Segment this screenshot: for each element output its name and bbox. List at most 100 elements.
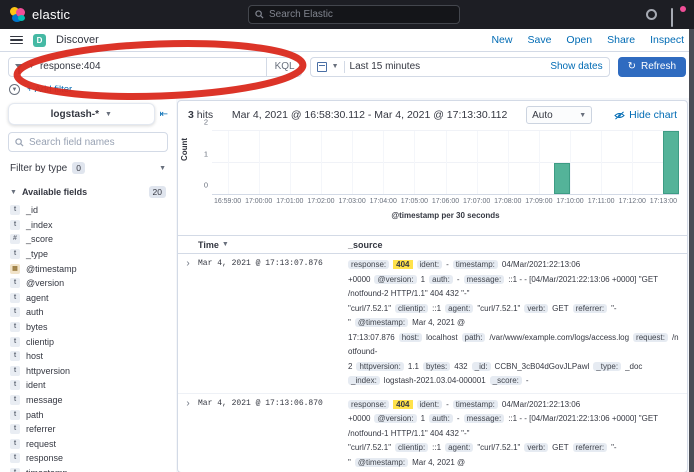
field-item-timestamp[interactable]: ▦ @timestamp [8,261,168,276]
hide-chart-button[interactable]: Hide chart [614,109,677,121]
field-item-bytes[interactable]: tbytes [8,320,168,335]
available-fields-header[interactable]: ▼ Available fields 20 [8,186,168,198]
field-name: httpversion [26,366,70,376]
field-name: clientip [26,337,54,347]
source-field-key: timestamp: [453,260,498,269]
gridline-vertical [632,131,633,194]
source-field-key: referrer: [573,304,607,313]
field-item-path[interactable]: tpath [8,407,168,422]
x-tick-label: 16:59:00 [214,198,241,205]
nav-action-share[interactable]: Share [607,34,635,46]
y-axis-label: Count [180,138,189,161]
field-item-request[interactable]: trequest [8,437,168,452]
elastic-logo[interactable]: elastic [10,7,70,22]
x-tick-label: 17:05:00 [401,198,428,205]
nav-actions: New Save Open Share Inspect [491,34,684,46]
field-name: _index [26,220,53,230]
field-name: host [26,351,43,361]
table-header: Time ▼ _source [178,236,687,254]
field-item-index[interactable]: t_index [8,218,168,233]
field-item-auth[interactable]: tauth [8,305,168,320]
global-search-placeholder: Search Elastic [269,9,333,20]
interval-select[interactable]: Auto ▼ [526,106,592,124]
field-name: referrer [26,424,56,434]
time-column-header[interactable]: Time ▼ [198,240,348,250]
expand-row-icon[interactable]: › [178,398,198,472]
field-item-message[interactable]: tmessage [8,393,168,408]
highlighted-value: 404 [393,260,412,269]
refresh-button[interactable]: ↻ Refresh [618,57,686,77]
content-area: logstash-* ▼ ⇤ Search field names Filter… [0,98,694,472]
field-name: message [26,395,63,405]
source-field-key: agent: [445,304,473,313]
field-item-version[interactable]: t@version [8,276,168,291]
field-item-timestamp[interactable]: ttimestamp [8,466,168,472]
field-item-ident[interactable]: tident [8,378,168,393]
source-field-key: @version: [374,414,416,423]
field-item-response[interactable]: tresponse [8,451,168,466]
breadcrumb[interactable]: Discover [56,34,99,46]
field-item-score[interactable]: #_score [8,232,168,247]
chevron-down-icon: ▼ [10,189,17,196]
nav-action-open[interactable]: Open [566,34,592,46]
filter-by-type-label: Filter by type [10,163,67,174]
show-dates-button[interactable]: Show dates [550,61,602,72]
menu-icon[interactable] [10,36,23,45]
field-name: @timestamp [26,264,77,274]
source-field-key: auth: [429,275,453,284]
field-item-host[interactable]: thost [8,349,168,364]
x-axis-title: @timestamp per 30 seconds [212,211,679,220]
gridline-vertical [601,131,602,194]
field-list: t_idt_index#_scoret_type▦@timestampt@ver… [8,203,168,472]
filter-options-icon[interactable]: ▼ [9,84,20,95]
time-range-display: Mar 4, 2021 @ 16:58:30.112 - Mar 4, 2021… [221,109,518,121]
discover-app-badge: D [33,34,46,47]
histogram-bar[interactable] [663,131,679,194]
query-input[interactable]: ▼ response:404 KQL [8,57,302,77]
collapse-sidebar-icon[interactable]: ⇤ [160,109,168,120]
x-tick-label: 17:10:00 [556,198,583,205]
available-fields-count: 20 [149,186,166,198]
nav-bar: D Discover New Save Open Share Inspect [0,29,694,52]
field-item-type[interactable]: t_type [8,247,168,262]
gridline-vertical [539,131,540,194]
hide-chart-label: Hide chart [629,109,677,121]
field-item-clientip[interactable]: tclientip [8,334,168,349]
chevron-down-icon: ▼ [332,63,339,70]
y-tick-label: 2 [204,118,208,127]
source-field-value: "curl/7.52.1" [477,304,520,313]
newsfeed-icon[interactable] [671,9,684,21]
histogram-bar[interactable] [554,163,570,195]
gridline-vertical [383,131,384,194]
field-search-input[interactable]: Search field names [8,132,168,152]
query-language-button[interactable]: KQL [266,58,295,76]
search-icon [15,138,24,147]
field-item-agent[interactable]: tagent [8,291,168,306]
nav-action-inspect[interactable]: Inspect [650,34,684,46]
main-panel: 3 hits Mar 4, 2021 @ 16:58:30.112 - Mar … [177,100,688,472]
filter-by-type[interactable]: Filter by type 0 ▼ [8,158,168,178]
field-item-referrer[interactable]: treferrer [8,422,168,437]
window-scrollbar[interactable] [689,29,694,472]
field-name: _id [26,205,38,215]
source-field-key: bytes: [423,362,450,371]
source-field-key: _id: [472,362,491,371]
text-field-icon: t [10,278,20,288]
field-item-id[interactable]: t _id [8,203,168,218]
query-text: response:404 [40,61,261,72]
add-filter-button[interactable]: + Add filter [27,84,72,95]
date-field-icon: ▦ [10,264,20,274]
source-field-key: clientip: [395,304,428,313]
nav-action-new[interactable]: New [491,34,512,46]
field-item-httpversion[interactable]: thttpversion [8,364,168,379]
help-icon[interactable] [646,9,657,20]
nav-action-save[interactable]: Save [527,34,551,46]
date-picker[interactable]: ▼ Last 15 minutes Show dates [310,57,610,77]
index-pattern-select[interactable]: logstash-* ▼ [8,103,155,125]
x-tick-label: 17:09:00 [525,198,552,205]
global-search-input[interactable]: Search Elastic [248,5,460,24]
expand-row-icon[interactable]: › [178,258,198,389]
source-field-key: @timestamp: [355,318,408,327]
source-field-key: verb: [524,443,548,452]
text-field-icon: t [10,205,20,215]
